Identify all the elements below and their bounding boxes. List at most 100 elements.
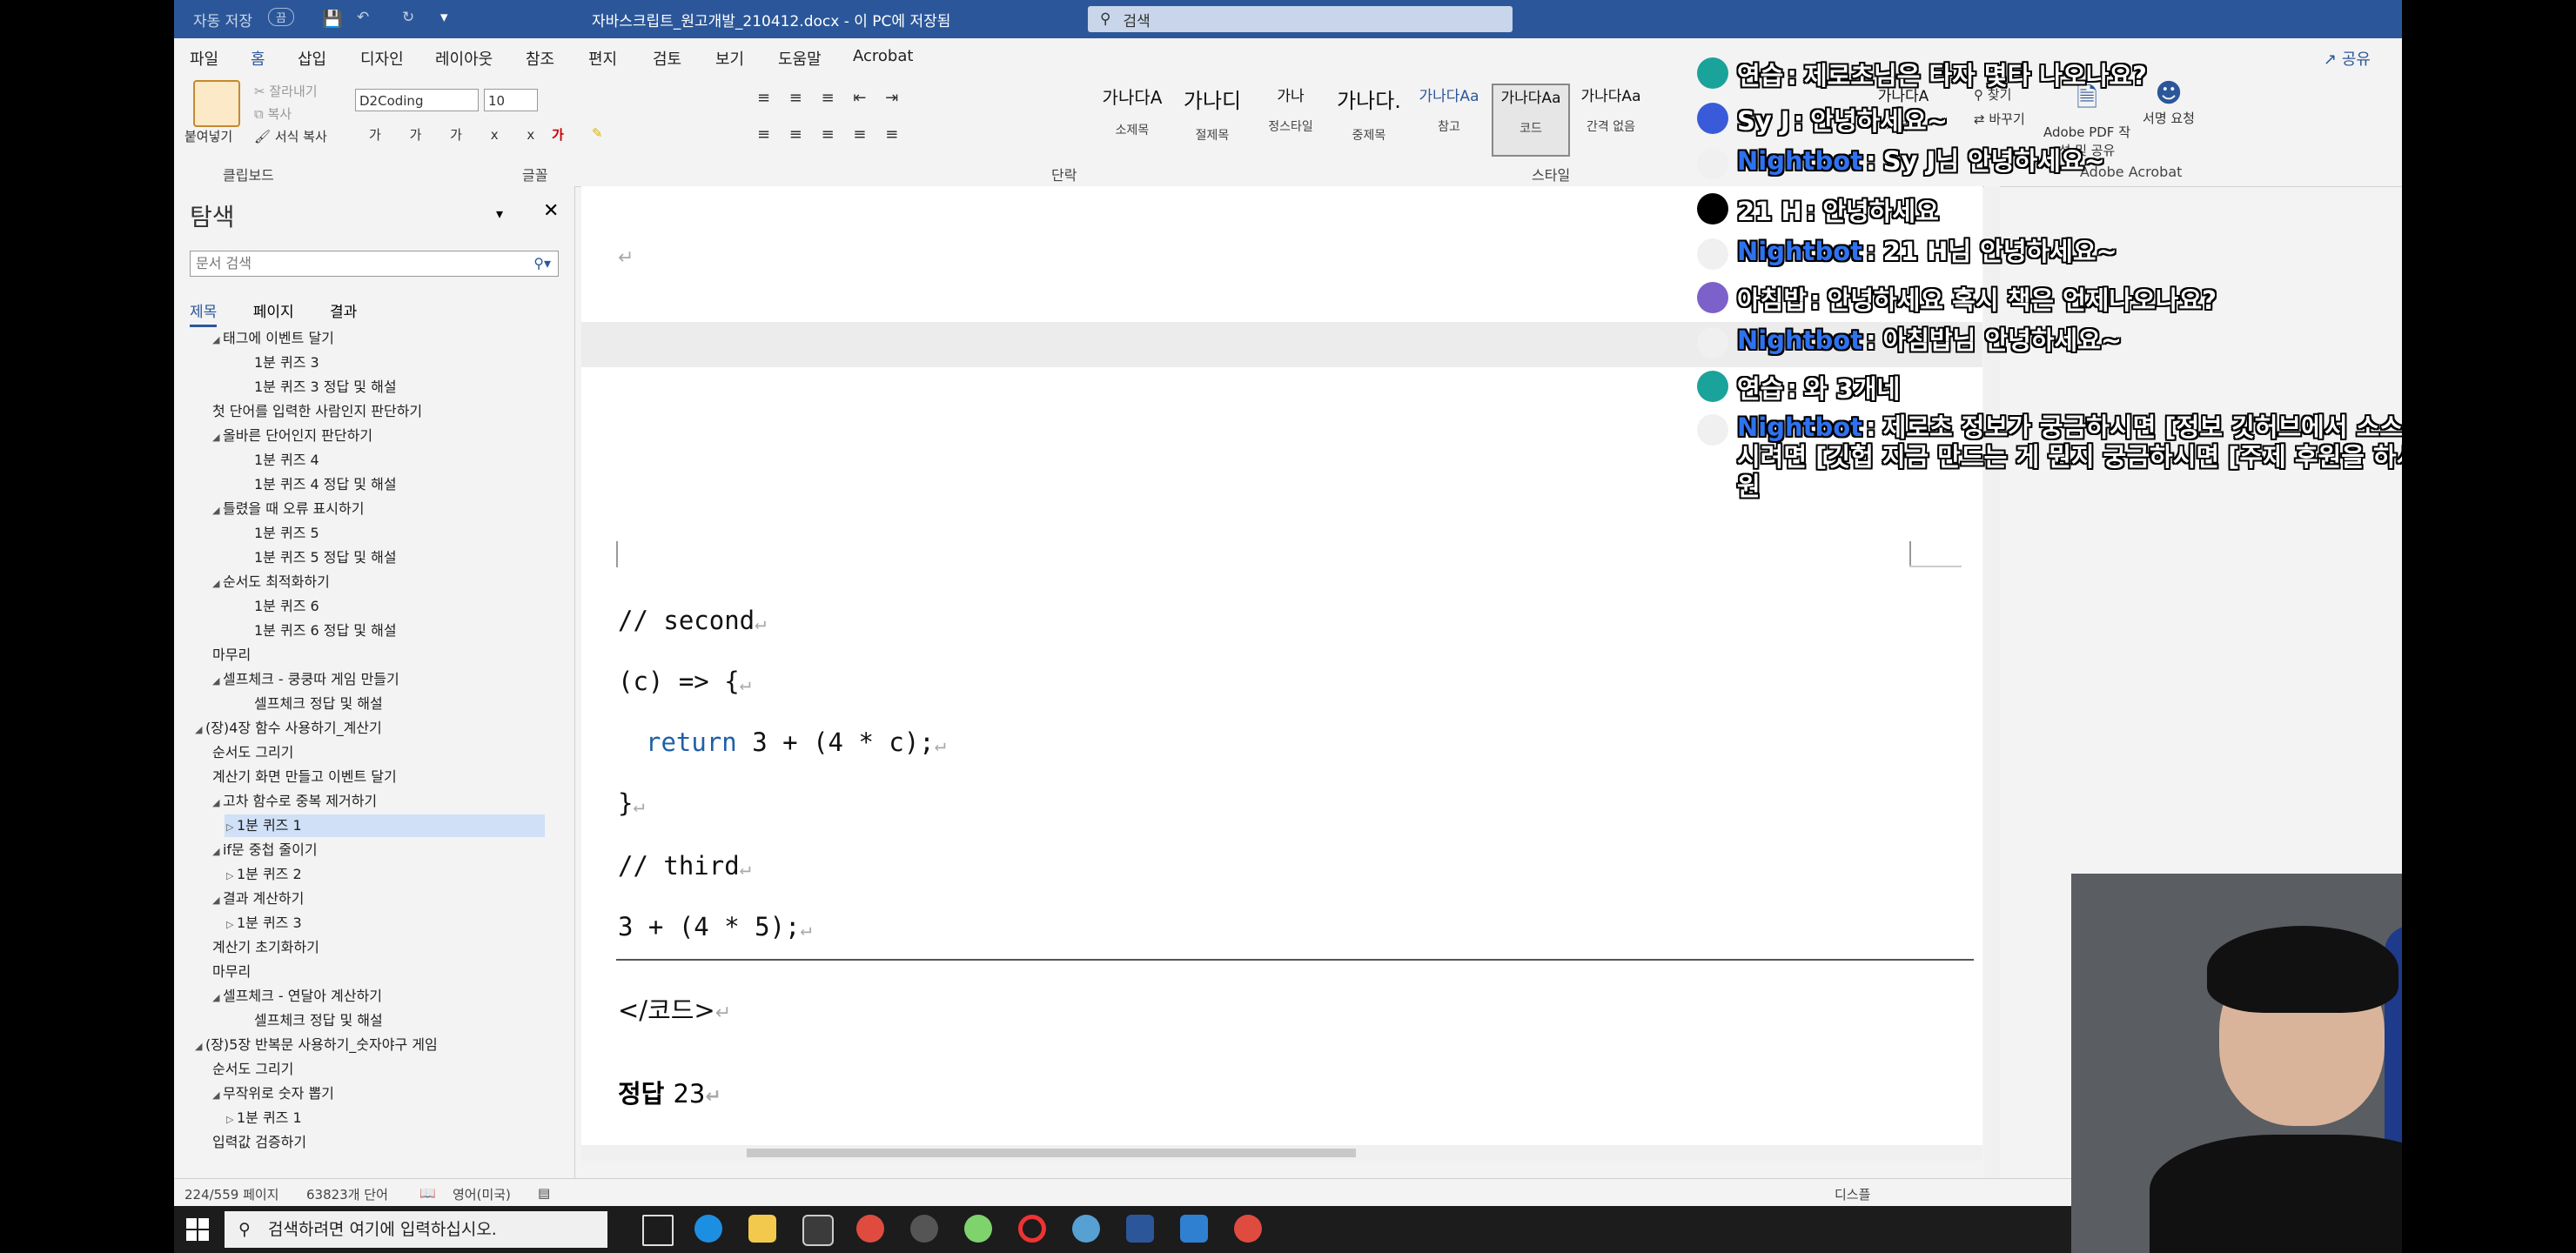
chrome-icon[interactable] — [1234, 1215, 1262, 1243]
proofing-icon[interactable]: 📖 — [419, 1185, 436, 1201]
taskbar-search-input[interactable]: ⚲ 검색하려면 여기에 입력하십시오. — [225, 1211, 607, 1248]
expand-caret-icon[interactable]: ▷ — [226, 1114, 237, 1125]
collapse-caret-icon[interactable]: ◢ — [212, 992, 223, 1003]
expand-caret-icon[interactable]: ▷ — [226, 919, 237, 930]
font-format-buttons[interactable]: 가 가 가 x x — [369, 125, 547, 144]
page-count[interactable]: 224/559 페이지 — [184, 1185, 278, 1203]
tab-mailings[interactable]: 편지 — [588, 47, 617, 70]
list-buttons[interactable]: ≡ ≡ ≡ ⇤ ⇥ — [757, 89, 905, 107]
nav-heading-item[interactable]: 셀프체크 정답 및 해설 — [174, 1009, 383, 1032]
display-settings[interactable]: 디스플 — [1835, 1185, 1870, 1203]
collapse-caret-icon[interactable]: ◢ — [212, 797, 223, 808]
copy-button[interactable]: ⧉ 복사 — [254, 104, 292, 123]
nav-heading-item[interactable]: ▷ 1분 퀴즈 2 — [174, 863, 302, 886]
search-icon[interactable]: ⚲▾ — [533, 251, 551, 276]
collapse-caret-icon[interactable]: ◢ — [212, 578, 223, 589]
nav-heading-item[interactable]: ◢ 셀프체크 - 쿵쿵따 게임 만들기 — [174, 668, 399, 691]
tab-file[interactable]: 파일 — [190, 47, 218, 70]
nav-heading-item[interactable]: ◢ (장)5장 반복문 사용하기_숫자야구 게임 — [174, 1034, 438, 1056]
collapse-caret-icon[interactable]: ◢ — [212, 675, 223, 687]
nav-heading-item[interactable]: 첫 단어를 입력한 사람인지 판단하기 — [174, 400, 422, 423]
nav-heading-item[interactable]: ◢ if문 중첩 줄이기 — [174, 839, 318, 861]
scrollbar-thumb[interactable] — [747, 1149, 1356, 1157]
nav-heading-item[interactable]: ▷ 1분 퀴즈 1 — [174, 1107, 302, 1129]
nav-heading-item[interactable]: ◢ 틀렸을 때 오류 표시하기 — [174, 498, 364, 520]
nav-heading-item[interactable]: 마무리 — [174, 644, 251, 667]
nav-heading-item[interactable]: ◢ 고차 함수로 중복 제거하기 — [174, 790, 377, 813]
nav-heading-item[interactable]: ◢ 셀프체크 - 연달아 계산하기 — [174, 985, 382, 1008]
collapse-caret-icon[interactable]: ◢ — [212, 432, 223, 443]
nav-heading-item[interactable]: ▷ 1분 퀴즈 3 — [174, 912, 302, 935]
nav-heading-item[interactable]: 1분 퀴즈 5 정답 및 해설 — [174, 546, 397, 569]
style-code[interactable]: 가나다Aa 코드 — [1492, 84, 1570, 157]
nav-heading-item[interactable]: 1분 퀴즈 3 정답 및 해설 — [174, 376, 397, 399]
nav-heading-item[interactable]: ◢ 무작위로 숫자 뽑기 — [174, 1082, 334, 1105]
word-count[interactable]: 63823개 단어 — [306, 1185, 388, 1203]
font-color-icon[interactable]: 가 — [552, 125, 564, 144]
tab-help[interactable]: 도움말 — [778, 47, 822, 70]
nav-heading-item[interactable]: 순서도 그리기 — [174, 741, 293, 764]
font-size-select[interactable]: 10 — [484, 89, 538, 111]
nav-heading-item[interactable]: ◢ (장)4장 함수 사용하기_계산기 — [174, 717, 382, 740]
nav-heading-item[interactable]: 1분 퀴즈 4 정답 및 해설 — [174, 473, 397, 496]
nav-heading-item[interactable]: ◢ 올바른 단어인지 판단하기 — [174, 425, 372, 447]
style-no-spacing[interactable]: 가나다Aa 간격 없음 — [1573, 84, 1648, 153]
nav-heading-item[interactable]: 입력값 검증하기 — [174, 1131, 306, 1154]
nav-heading-item[interactable]: ◢ 순서도 최적화하기 — [174, 571, 330, 593]
nav-tab-headings[interactable]: 제목 — [190, 304, 218, 327]
qat-dropdown-icon[interactable]: ▾ — [440, 9, 448, 26]
undo-icon[interactable]: ↶ — [357, 9, 369, 26]
edge-icon[interactable] — [694, 1215, 722, 1243]
app-icon[interactable] — [1072, 1215, 1100, 1243]
style-subtitle[interactable]: 가나다A 소제목 — [1095, 84, 1170, 153]
word-icon[interactable] — [1126, 1215, 1154, 1243]
nav-heading-item[interactable]: ◢ 결과 계산하기 — [174, 888, 304, 910]
opera-icon[interactable] — [1018, 1215, 1046, 1243]
align-buttons[interactable]: ≡ ≡ ≡ ≡ ≡ — [757, 125, 905, 144]
store-icon[interactable] — [802, 1215, 834, 1246]
collapse-caret-icon[interactable]: ◢ — [212, 505, 223, 516]
nav-search-input[interactable]: 문서 검색 ⚲▾ — [190, 251, 559, 277]
nav-heading-item[interactable]: ◢ 태그에 이벤트 달기 — [174, 327, 334, 350]
windows-start-icon[interactable] — [186, 1218, 209, 1241]
nav-heading-item[interactable]: 1분 퀴즈 5 — [174, 522, 319, 545]
horizontal-scrollbar[interactable] — [581, 1145, 1982, 1161]
nav-heading-item[interactable]: 1분 퀴즈 6 정답 및 해설 — [174, 620, 397, 642]
highlight-icon[interactable]: ✎ — [592, 125, 603, 141]
style-jeong[interactable]: 가나 정스타일 — [1253, 84, 1328, 153]
expand-caret-icon[interactable]: ▷ — [226, 870, 237, 881]
tab-review[interactable]: 검토 — [653, 47, 681, 70]
nav-heading-item[interactable]: 셀프체크 정답 및 해설 — [174, 693, 383, 715]
collapse-caret-icon[interactable]: ◢ — [212, 334, 223, 345]
nav-heading-item[interactable]: 1분 퀴즈 4 — [174, 449, 319, 472]
collapse-caret-icon[interactable]: ◢ — [212, 1089, 223, 1101]
accessibility-icon[interactable]: ▤ — [538, 1185, 550, 1201]
task-view-icon[interactable] — [642, 1215, 674, 1246]
language[interactable]: 영어(미국) — [453, 1185, 511, 1203]
tab-references[interactable]: 참조 — [526, 47, 554, 70]
tab-design[interactable]: 디자인 — [360, 47, 404, 70]
nav-heading-item[interactable]: ▷ 1분 퀴즈 1 — [225, 814, 545, 837]
expand-caret-icon[interactable]: ▷ — [226, 821, 237, 833]
format-painter-button[interactable]: 🖌 서식 복사 — [254, 127, 327, 145]
style-section-title[interactable]: 가나디 절제목 — [1175, 84, 1250, 153]
nav-tab-results[interactable]: 결과 — [330, 304, 357, 321]
search-box[interactable]: ⚲ 검색 — [1088, 6, 1513, 32]
font-name-select[interactable]: D2Coding — [355, 89, 479, 111]
style-mid-title[interactable]: 가나다. 중제목 — [1332, 84, 1406, 153]
obs-icon[interactable] — [910, 1215, 938, 1243]
app-icon[interactable] — [964, 1215, 992, 1243]
tab-insert[interactable]: 삽입 — [298, 47, 326, 70]
nav-heading-item[interactable]: 순서도 그리기 — [174, 1058, 293, 1081]
autosave-toggle[interactable]: 끔 — [268, 8, 294, 26]
nav-heading-item[interactable]: 1분 퀴즈 6 — [174, 595, 319, 618]
collapse-caret-icon[interactable]: ◢ — [212, 846, 223, 857]
collapse-caret-icon[interactable]: ◢ — [212, 895, 223, 906]
style-note[interactable]: 가나다Aa 참고 — [1412, 84, 1486, 153]
redo-icon[interactable]: ↻ — [402, 9, 414, 26]
nav-heading-item[interactable]: 1분 퀴즈 3 — [174, 352, 319, 374]
nav-heading-item[interactable]: 계산기 초기화하기 — [174, 936, 319, 959]
collapse-caret-icon[interactable]: ◢ — [195, 1041, 205, 1052]
save-icon[interactable]: 💾 — [322, 9, 343, 29]
paste-button[interactable]: 붙여넣기 — [184, 127, 232, 145]
